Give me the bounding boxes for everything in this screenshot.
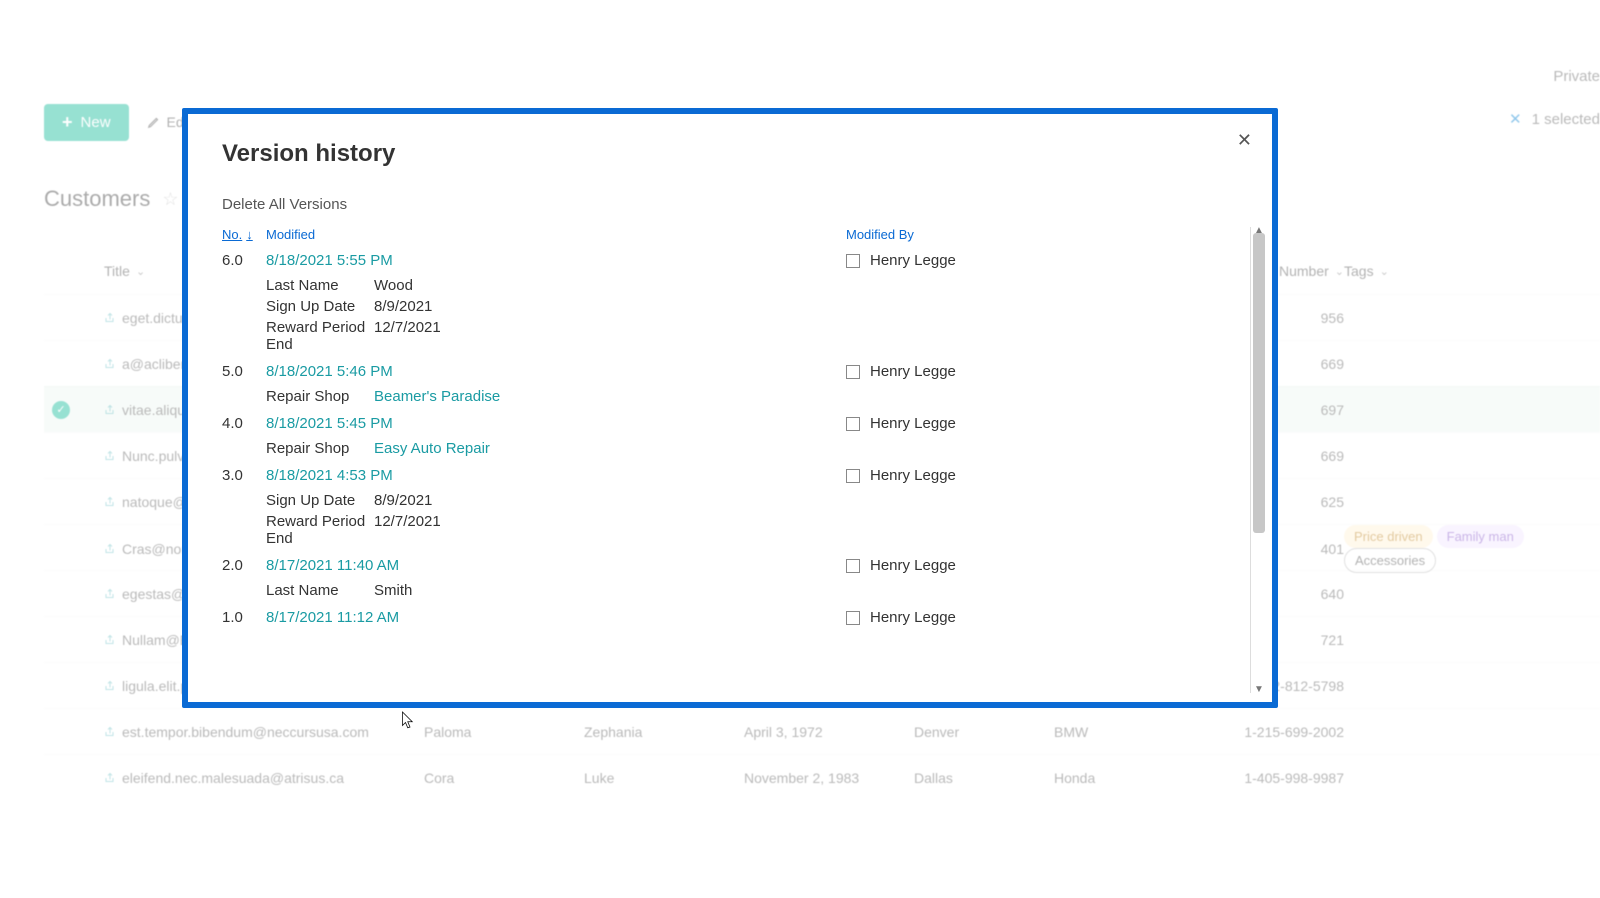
detail-value: Wood: [374, 277, 674, 294]
version-detail-row: Sign Up Date 8/9/2021: [266, 296, 1238, 317]
version-modified-link[interactable]: 8/17/2021 11:12 AM: [266, 609, 846, 626]
user-avatar-icon: [846, 469, 860, 483]
detail-label: Reward Period End: [266, 513, 374, 547]
version-row[interactable]: 3.0 8/18/2021 4:53 PM Henry Legge: [222, 461, 1238, 484]
sort-descending-icon: ↓: [246, 227, 253, 242]
version-detail-row: Reward Period End 12/7/2021: [266, 317, 1238, 355]
scroll-thumb[interactable]: [1253, 233, 1265, 533]
modified-by-name: Henry Legge: [870, 363, 956, 380]
version-history-table: No.↓ Modified Modified By 6.0 8/18/2021 …: [222, 227, 1238, 626]
version-modified-by: Henry Legge: [846, 467, 1226, 484]
col-modified-by[interactable]: Modified By: [846, 227, 1226, 242]
dialog-close-button[interactable]: ✕: [1237, 130, 1252, 151]
detail-label: Sign Up Date: [266, 298, 374, 315]
user-avatar-icon: [846, 417, 860, 431]
version-detail-row: Sign Up Date 8/9/2021: [266, 490, 1238, 511]
col-no[interactable]: No.↓: [222, 227, 266, 242]
version-row[interactable]: 6.0 8/18/2021 5:55 PM Henry Legge: [222, 246, 1238, 269]
pointer-cursor-icon: [398, 710, 416, 732]
modified-by-name: Henry Legge: [870, 415, 956, 432]
version-row[interactable]: 1.0 8/17/2021 11:12 AM Henry Legge: [222, 603, 1238, 626]
version-modified-link[interactable]: 8/18/2021 5:45 PM: [266, 415, 846, 432]
version-row[interactable]: 4.0 8/18/2021 5:45 PM Henry Legge: [222, 409, 1238, 432]
version-detail-row: Last Name Wood: [266, 275, 1238, 296]
version-detail-block: Sign Up Date 8/9/2021 Reward Period End …: [222, 484, 1238, 551]
version-detail-row: Repair Shop Beamer's Paradise: [266, 386, 1238, 407]
detail-label: Last Name: [266, 582, 374, 599]
user-avatar-icon: [846, 559, 860, 573]
detail-label: Repair Shop: [266, 388, 374, 405]
version-number: 5.0: [222, 363, 266, 380]
modified-by-name: Henry Legge: [870, 467, 956, 484]
version-modified-link[interactable]: 8/17/2021 11:40 AM: [266, 557, 846, 574]
version-modified-by: Henry Legge: [846, 363, 1226, 380]
version-row[interactable]: 2.0 8/17/2021 11:40 AM Henry Legge: [222, 551, 1238, 574]
detail-value: Smith: [374, 582, 674, 599]
modified-by-name: Henry Legge: [870, 557, 956, 574]
version-detail-row: Reward Period End 12/7/2021: [266, 511, 1238, 549]
detail-value: 12/7/2021: [374, 513, 674, 547]
version-modified-by: Henry Legge: [846, 557, 1226, 574]
version-detail-block: Last Name Smith: [222, 574, 1238, 603]
modified-by-name: Henry Legge: [870, 252, 956, 269]
col-modified[interactable]: Modified: [266, 227, 846, 242]
detail-value: 8/9/2021: [374, 492, 674, 509]
version-detail-block: Last Name Wood Sign Up Date 8/9/2021 Rew…: [222, 269, 1238, 357]
detail-value[interactable]: Beamer's Paradise: [374, 388, 674, 405]
modified-by-name: Henry Legge: [870, 609, 956, 626]
version-detail-row: Repair Shop Easy Auto Repair: [266, 438, 1238, 459]
version-detail-block: Repair Shop Easy Auto Repair: [222, 432, 1238, 461]
detail-value: 12/7/2021: [374, 319, 674, 353]
version-modified-link[interactable]: 8/18/2021 5:55 PM: [266, 252, 846, 269]
detail-label: Last Name: [266, 277, 374, 294]
version-detail-row: Last Name Smith: [266, 580, 1238, 601]
version-detail-block: Repair Shop Beamer's Paradise: [222, 380, 1238, 409]
detail-value: 8/9/2021: [374, 298, 674, 315]
version-history-header: No.↓ Modified Modified By: [222, 227, 1238, 246]
version-modified-by: Henry Legge: [846, 252, 1226, 269]
version-history-dialog: Version history ✕ Delete All Versions No…: [182, 108, 1278, 708]
version-modified-by: Henry Legge: [846, 415, 1226, 432]
version-modified-by: Henry Legge: [846, 609, 1226, 626]
version-number: 4.0: [222, 415, 266, 432]
version-number: 1.0: [222, 609, 266, 626]
scroll-down-arrow-icon[interactable]: ▼: [1254, 684, 1264, 695]
version-number: 2.0: [222, 557, 266, 574]
detail-value[interactable]: Easy Auto Repair: [374, 440, 674, 457]
version-number: 6.0: [222, 252, 266, 269]
version-number: 3.0: [222, 467, 266, 484]
user-avatar-icon: [846, 254, 860, 268]
version-modified-link[interactable]: 8/18/2021 4:53 PM: [266, 467, 846, 484]
user-avatar-icon: [846, 365, 860, 379]
detail-label: Repair Shop: [266, 440, 374, 457]
detail-label: Sign Up Date: [266, 492, 374, 509]
delete-all-versions-link[interactable]: Delete All Versions: [222, 196, 1238, 213]
version-row[interactable]: 5.0 8/18/2021 5:46 PM Henry Legge: [222, 357, 1238, 380]
dialog-scrollbar[interactable]: ▲ ▼: [1250, 227, 1268, 693]
user-avatar-icon: [846, 611, 860, 625]
detail-label: Reward Period End: [266, 319, 374, 353]
dialog-title: Version history: [222, 140, 1238, 168]
version-modified-link[interactable]: 8/18/2021 5:46 PM: [266, 363, 846, 380]
